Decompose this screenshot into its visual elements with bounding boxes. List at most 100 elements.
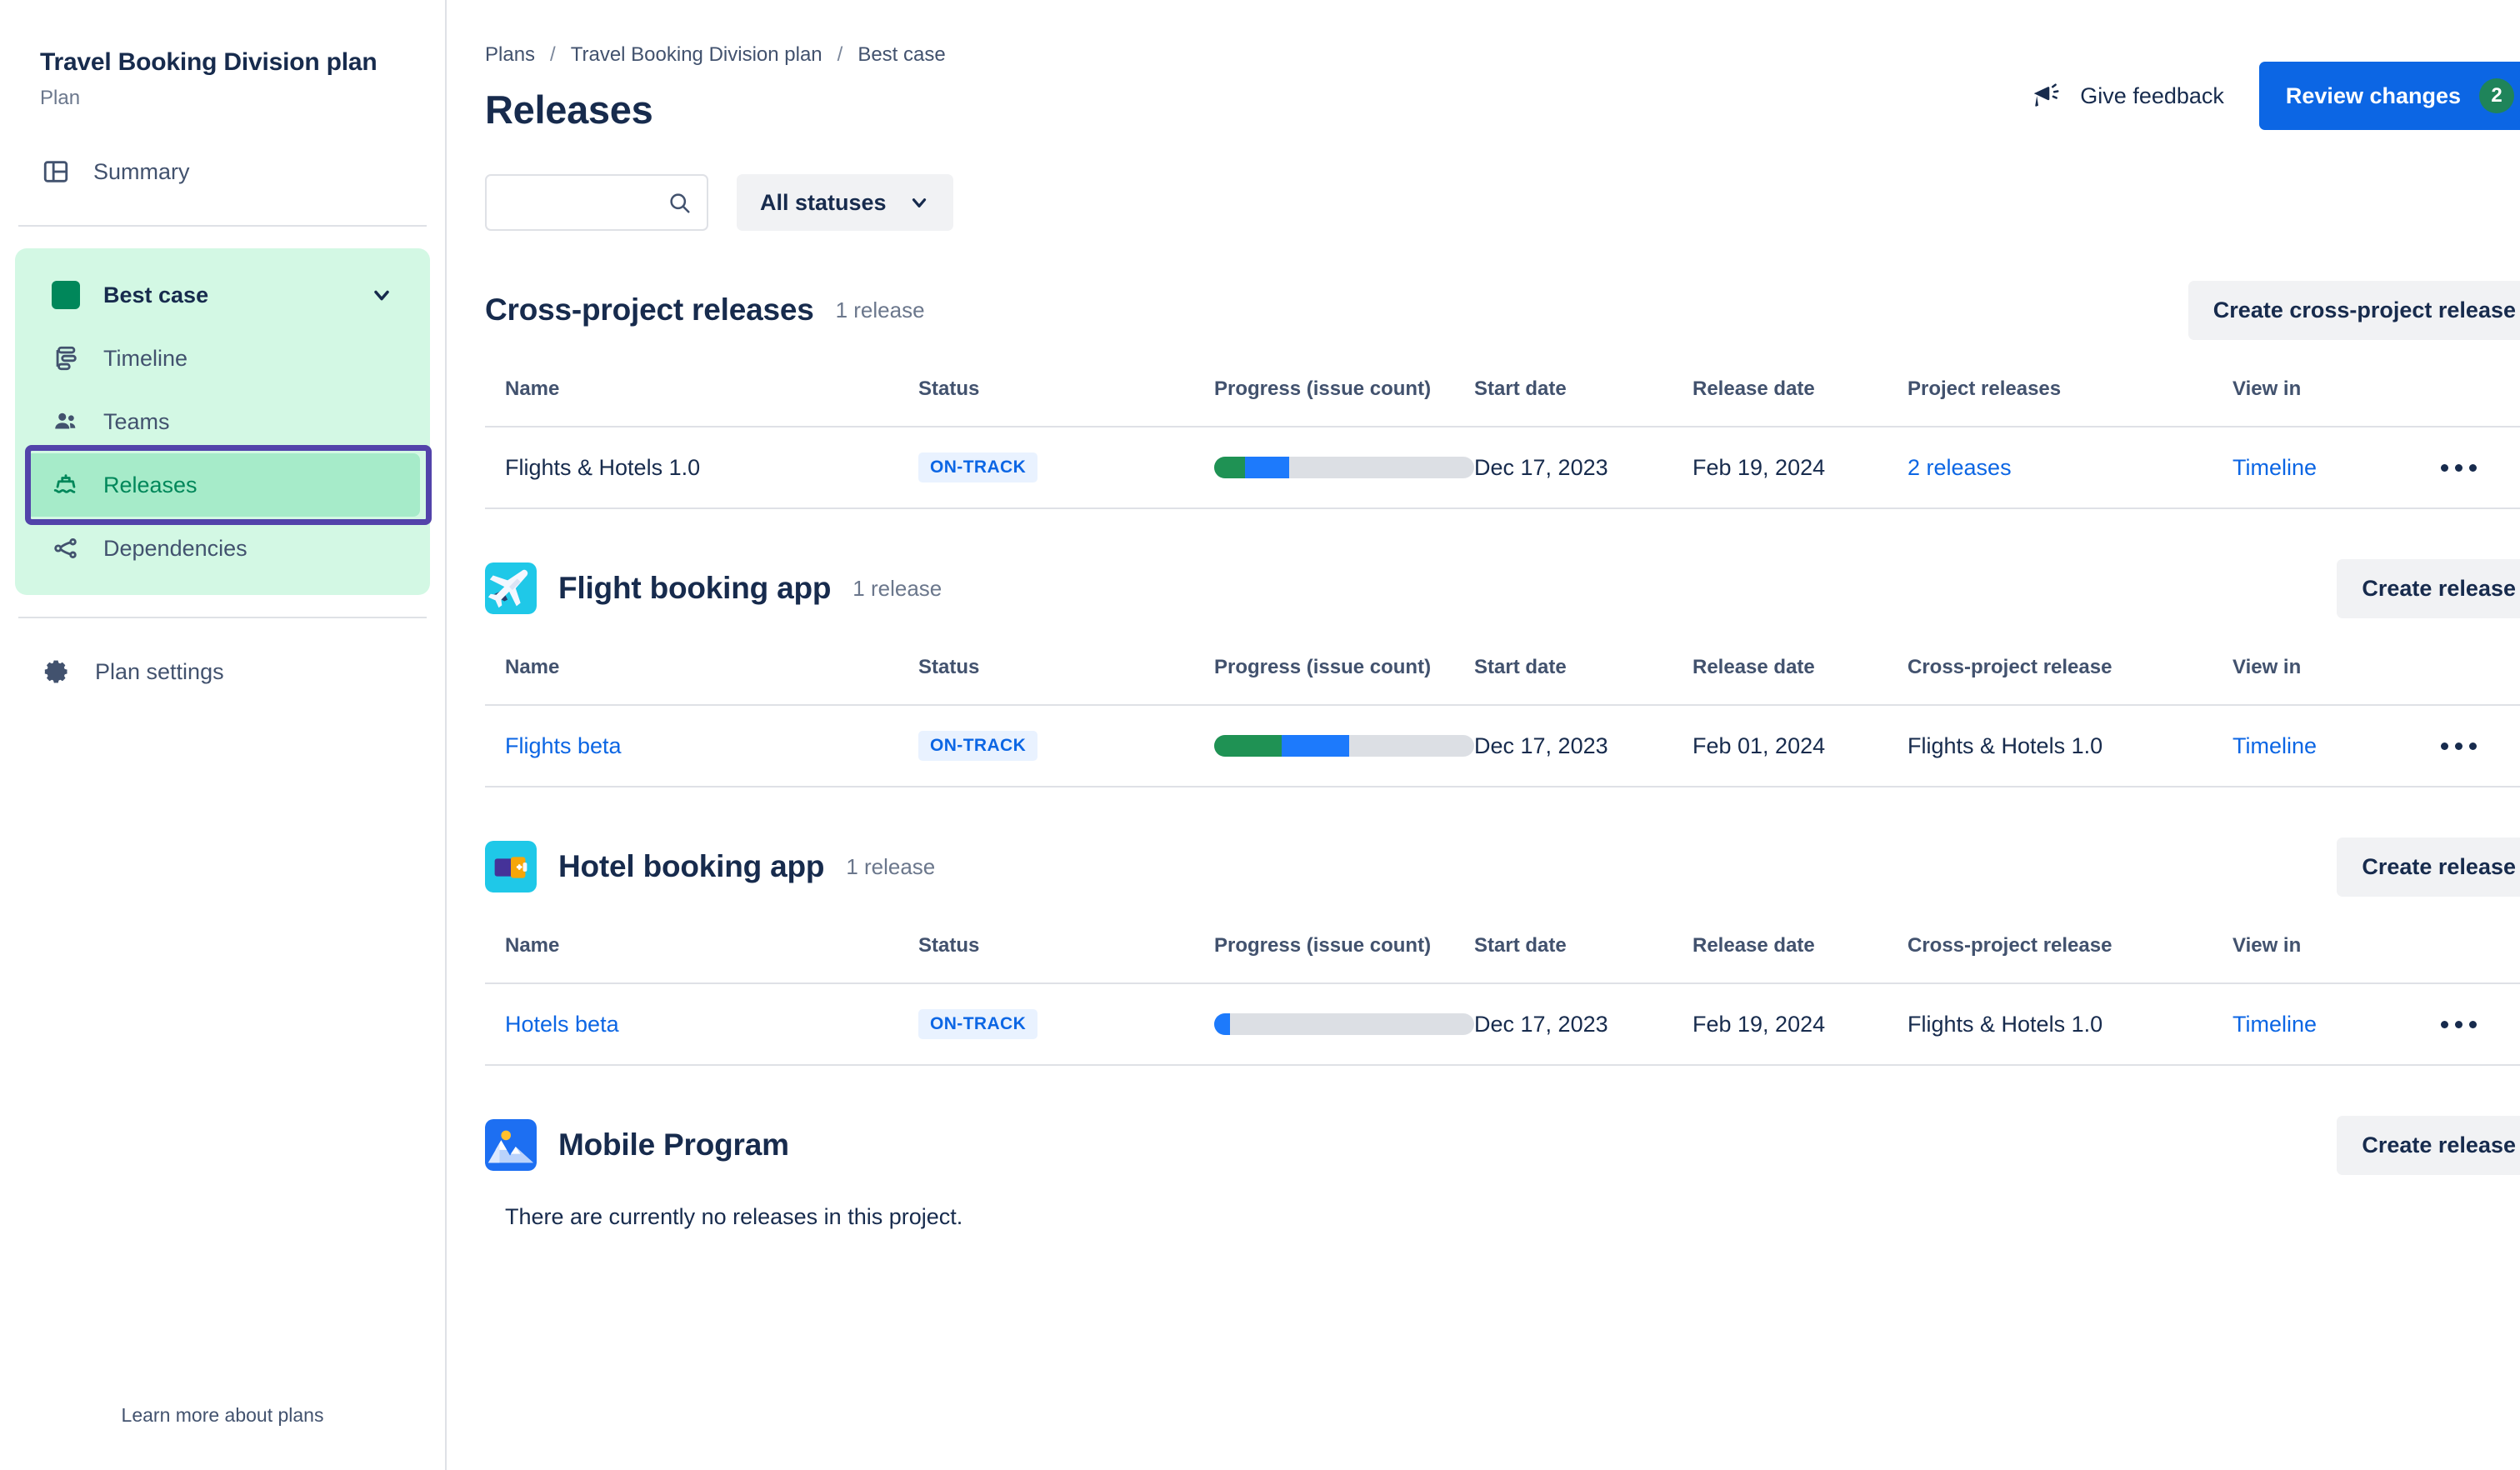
review-changes-count-badge: 2 [2479, 78, 2514, 113]
breadcrumb-plans[interactable]: Plans [485, 43, 535, 67]
sidebar-scenario-label: Best case [103, 282, 209, 308]
section-release-count: 1 release [852, 575, 942, 601]
main-content: Plans / Travel Booking Division plan / B… [447, 0, 2520, 1470]
section-header: Hotel booking app 1 release Create release [485, 834, 2520, 899]
chevron-down-icon[interactable] [370, 283, 393, 307]
sidebar-item-plan-settings[interactable]: Plan settings [15, 640, 430, 703]
releases-table: Name Status Progress (issue count) Start da… [485, 922, 2520, 1066]
progress-cell [1214, 982, 1474, 1066]
row-actions-cell [2441, 426, 2520, 509]
progress-segment-inprogress [1214, 1013, 1230, 1035]
sidebar-item-label-summary: Summary [93, 158, 190, 184]
give-feedback-button[interactable]: Give feedback [2030, 80, 2224, 112]
column-header: Status [918, 378, 980, 400]
release-section: Hotel booking app 1 release Create release… [485, 834, 2520, 1066]
review-changes-button[interactable]: Review changes 2 [2258, 62, 2520, 130]
search-icon[interactable] [667, 190, 692, 215]
column-header: Start date [1474, 656, 1567, 678]
sidebar-scenario-selector[interactable]: Best case [25, 263, 420, 327]
release-name[interactable]: Hotels beta [505, 1012, 619, 1037]
releases-ship-icon [52, 471, 80, 499]
status-badge: ON-TRACK [918, 731, 1038, 761]
breadcrumb-scenario[interactable]: Best case [858, 43, 945, 67]
airplane-avatar [485, 562, 537, 614]
table-header-row: Name Status Progress (issue count) Start da… [485, 922, 2520, 983]
sidebar-item-label-teams: Teams [103, 408, 170, 434]
release-name: Flights & Hotels 1.0 [505, 454, 701, 480]
related-release-cell: 2 releases [1908, 426, 2232, 509]
megaphone-icon [2030, 80, 2062, 112]
releases-table: Name Status Progress (issue count) Start da… [485, 644, 2520, 788]
status-badge: ON-TRACK [918, 452, 1038, 482]
column-header: View in [2232, 656, 2302, 678]
sidebar-item-label-plan-settings: Plan settings [95, 658, 224, 684]
header-actions: Give feedback Review changes 2 [2030, 43, 2520, 130]
column-header: Name [505, 656, 560, 678]
column-header: Name [505, 378, 560, 400]
release-name[interactable]: Flights beta [505, 733, 622, 758]
create-release-button[interactable]: Create release [2337, 1115, 2520, 1175]
section-release-count: 1 release [835, 297, 925, 322]
sidebar-item-summary[interactable]: Summary [15, 140, 430, 203]
start-date-cell: Dec 17, 2023 [1474, 982, 1692, 1066]
create-release-button[interactable]: Create release [2337, 558, 2520, 618]
column-header: Release date [1692, 934, 1815, 957]
column-header: Start date [1474, 378, 1567, 400]
related-release-value[interactable]: 2 releases [1908, 455, 2012, 480]
status-cell: ON-TRACK [918, 704, 1214, 788]
column-header: Release date [1692, 656, 1815, 678]
search-box[interactable] [485, 174, 708, 231]
sidebar-item-dependencies[interactable]: Dependencies [25, 517, 420, 580]
column-header: Project releases [1908, 378, 2062, 400]
page-header: Plans / Travel Booking Division plan / B… [485, 43, 2520, 132]
releases-page: Travel Booking Division plan Plan Summar… [0, 0, 2520, 1470]
sidebar-item-timeline[interactable]: Timeline [25, 327, 420, 390]
section-title: Mobile Program [558, 1128, 789, 1162]
status-filter-select[interactable]: All statuses [737, 174, 953, 231]
sidebar-item-releases[interactable]: Releases [25, 445, 432, 525]
progress-bar [1214, 1013, 1474, 1035]
more-actions-icon[interactable] [2441, 742, 2520, 750]
release-name-cell: Flights beta [485, 704, 918, 788]
create-release-button[interactable]: Create cross-project release [2188, 280, 2520, 340]
related-release-value: Flights & Hotels 1.0 [1908, 732, 2103, 758]
create-release-button[interactable]: Create release [2337, 837, 2520, 897]
teams-icon [52, 408, 80, 436]
sidebar-item-label-releases: Releases [103, 472, 198, 498]
breadcrumb-separator-1: / [550, 43, 556, 66]
progress-bar [1214, 735, 1474, 757]
view-in-timeline-link[interactable]: Timeline [2232, 733, 2317, 758]
view-in-timeline-link[interactable]: Timeline [2232, 455, 2317, 480]
search-input[interactable] [502, 189, 667, 216]
table-header-row: Name Status Progress (issue count) Start da… [485, 644, 2520, 705]
progress-cell [1214, 704, 1474, 788]
give-feedback-label: Give feedback [2080, 82, 2224, 108]
release-date-cell: Feb 01, 2024 [1692, 704, 1908, 788]
column-header: Progress (issue count) [1214, 934, 1432, 957]
related-release-value: Flights & Hotels 1.0 [1908, 1011, 2103, 1037]
column-header: View in [2232, 934, 2302, 957]
sidebar-item-teams[interactable]: Teams [25, 390, 420, 453]
more-actions-icon[interactable] [2441, 1020, 2520, 1028]
sidebar-item-label-timeline: Timeline [103, 345, 188, 371]
breadcrumb-plan[interactable]: Travel Booking Division plan [571, 43, 822, 67]
breadcrumb: Plans / Travel Booking Division plan / B… [485, 43, 2030, 67]
chevron-down-icon [908, 192, 930, 213]
section-title: Flight booking app [558, 571, 832, 605]
release-date-cell: Feb 19, 2024 [1692, 982, 1908, 1066]
column-header: Progress (issue count) [1214, 378, 1432, 400]
section-title: Cross-project releases [485, 292, 814, 327]
plan-subtitle: Plan [40, 87, 81, 109]
progress-segment-done [1214, 735, 1282, 757]
progress-segment-inprogress [1245, 457, 1290, 478]
more-actions-icon[interactable] [2441, 463, 2520, 472]
summary-icon [42, 158, 70, 186]
view-in-timeline-link[interactable]: Timeline [2232, 1012, 2317, 1037]
sidebar-divider-2 [18, 617, 427, 618]
learn-more-link[interactable]: Learn more about plans [0, 1404, 445, 1427]
timeline-icon [52, 344, 80, 372]
mountain-avatar [485, 1119, 537, 1171]
status-cell: ON-TRACK [918, 426, 1214, 509]
view-in-cell: Timeline [2232, 982, 2441, 1066]
column-header: Cross-project release [1908, 934, 2112, 957]
